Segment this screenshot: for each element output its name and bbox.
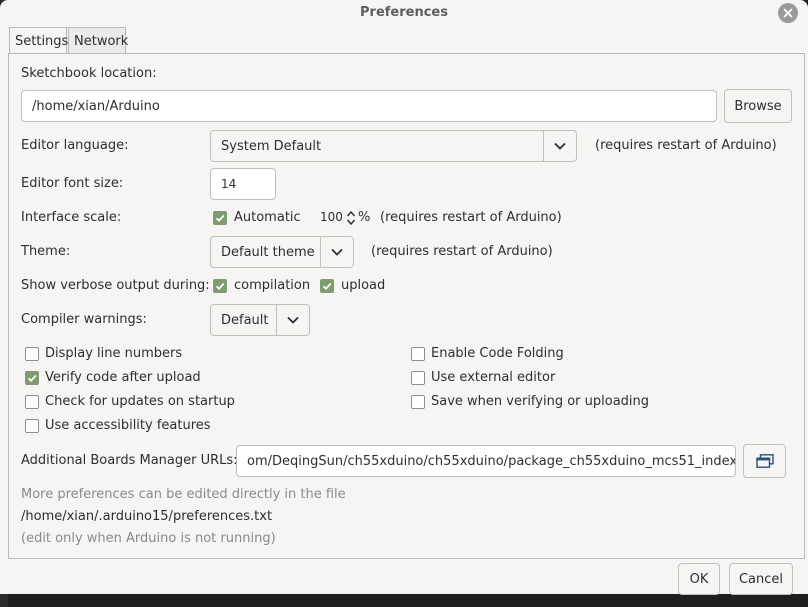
- automatic-checkbox[interactable]: [213, 211, 227, 225]
- code-folding-checkbox[interactable]: [411, 347, 425, 361]
- editor-language-label: Editor language:: [21, 138, 129, 153]
- compiler-warnings-value: Default: [221, 312, 269, 328]
- check-updates-label: Check for updates on startup: [45, 394, 235, 409]
- tab-settings[interactable]: Settings: [9, 27, 68, 53]
- check-icon: [215, 214, 225, 222]
- automatic-label: Automatic: [234, 210, 301, 225]
- tab-network[interactable]: Network: [68, 27, 128, 53]
- theme-label: Theme:: [21, 244, 71, 259]
- code-folding-label: Enable Code Folding: [431, 346, 564, 361]
- boards-manager-value: om/DeqingSun/ch55xduino/ch55xduino/packa…: [247, 453, 736, 469]
- compiler-warnings-select[interactable]: Default: [210, 304, 310, 336]
- spinner-icon[interactable]: [346, 209, 356, 231]
- sketchbook-label: Sketchbook location:: [21, 66, 157, 81]
- save-when-verifying-label: Save when verifying or uploading: [431, 394, 650, 409]
- chevron-down-icon: [543, 131, 576, 161]
- theme-select[interactable]: Default theme: [210, 236, 354, 268]
- close-button[interactable]: [778, 3, 798, 23]
- window-title: Preferences: [360, 5, 448, 20]
- verify-code-checkbox[interactable]: [25, 371, 39, 385]
- compilation-checkbox[interactable]: [213, 279, 227, 293]
- upload-checkbox[interactable]: [320, 279, 334, 293]
- scale-unit: %: [358, 210, 371, 225]
- close-icon: [783, 8, 793, 18]
- sketchbook-value: /home/xian/Arduino: [32, 98, 160, 114]
- chevron-down-icon: [320, 237, 353, 267]
- font-size-input[interactable]: 14: [210, 168, 276, 200]
- external-editor-label: Use external editor: [431, 370, 556, 385]
- accessibility-checkbox[interactable]: [25, 419, 39, 433]
- check-icon: [27, 374, 37, 382]
- save-when-verifying-checkbox[interactable]: [411, 395, 425, 409]
- preferences-path: /home/xian/.arduino15/preferences.txt: [21, 509, 273, 524]
- theme-note: (requires restart of Arduino): [371, 244, 553, 259]
- sketchbook-input[interactable]: /home/xian/Arduino: [21, 90, 717, 122]
- check-icon: [322, 282, 332, 290]
- compilation-label: compilation: [234, 278, 311, 293]
- edit-note: (edit only when Arduino is not running): [21, 531, 276, 546]
- font-size-label: Editor font size:: [21, 176, 124, 191]
- upload-label: upload: [341, 278, 386, 293]
- ok-button[interactable]: OK: [678, 563, 720, 595]
- display-line-numbers-checkbox[interactable]: [25, 347, 39, 361]
- external-editor-checkbox[interactable]: [411, 371, 425, 385]
- theme-value: Default theme: [221, 244, 315, 260]
- boards-manager-edit-button[interactable]: [743, 444, 786, 478]
- font-size-value: 14: [221, 177, 237, 191]
- check-updates-checkbox[interactable]: [25, 395, 39, 409]
- preferences-dialog: Preferences Settings Network Sketchbook …: [0, 0, 808, 595]
- accessibility-label: Use accessibility features: [45, 418, 211, 433]
- more-preferences-text: More preferences can be edited directly …: [21, 487, 346, 502]
- boards-manager-input[interactable]: om/DeqingSun/ch55xduino/ch55xduino/packa…: [236, 445, 736, 477]
- chevron-down-icon: [276, 305, 309, 335]
- interface-scale-label: Interface scale:: [21, 210, 122, 225]
- compiler-warnings-label: Compiler warnings:: [21, 312, 147, 327]
- settings-panel: [8, 53, 805, 559]
- editor-language-select[interactable]: System Default: [210, 130, 577, 162]
- boards-manager-label: Additional Boards Manager URLs:: [21, 453, 238, 468]
- verify-code-label: Verify code after upload: [45, 370, 201, 385]
- editor-language-note: (requires restart of Arduino): [595, 138, 777, 153]
- display-line-numbers-label: Display line numbers: [45, 346, 183, 361]
- title-bar[interactable]: Preferences: [0, 0, 808, 26]
- browse-button[interactable]: Browse: [724, 89, 792, 123]
- verbose-label: Show verbose output during:: [21, 278, 210, 293]
- scale-value[interactable]: 100: [320, 210, 343, 224]
- check-icon: [215, 282, 225, 290]
- editor-language-value: System Default: [221, 138, 322, 154]
- cancel-button[interactable]: Cancel: [729, 563, 793, 595]
- windows-icon: [755, 454, 774, 468]
- interface-scale-note: (requires restart of Arduino): [380, 210, 562, 225]
